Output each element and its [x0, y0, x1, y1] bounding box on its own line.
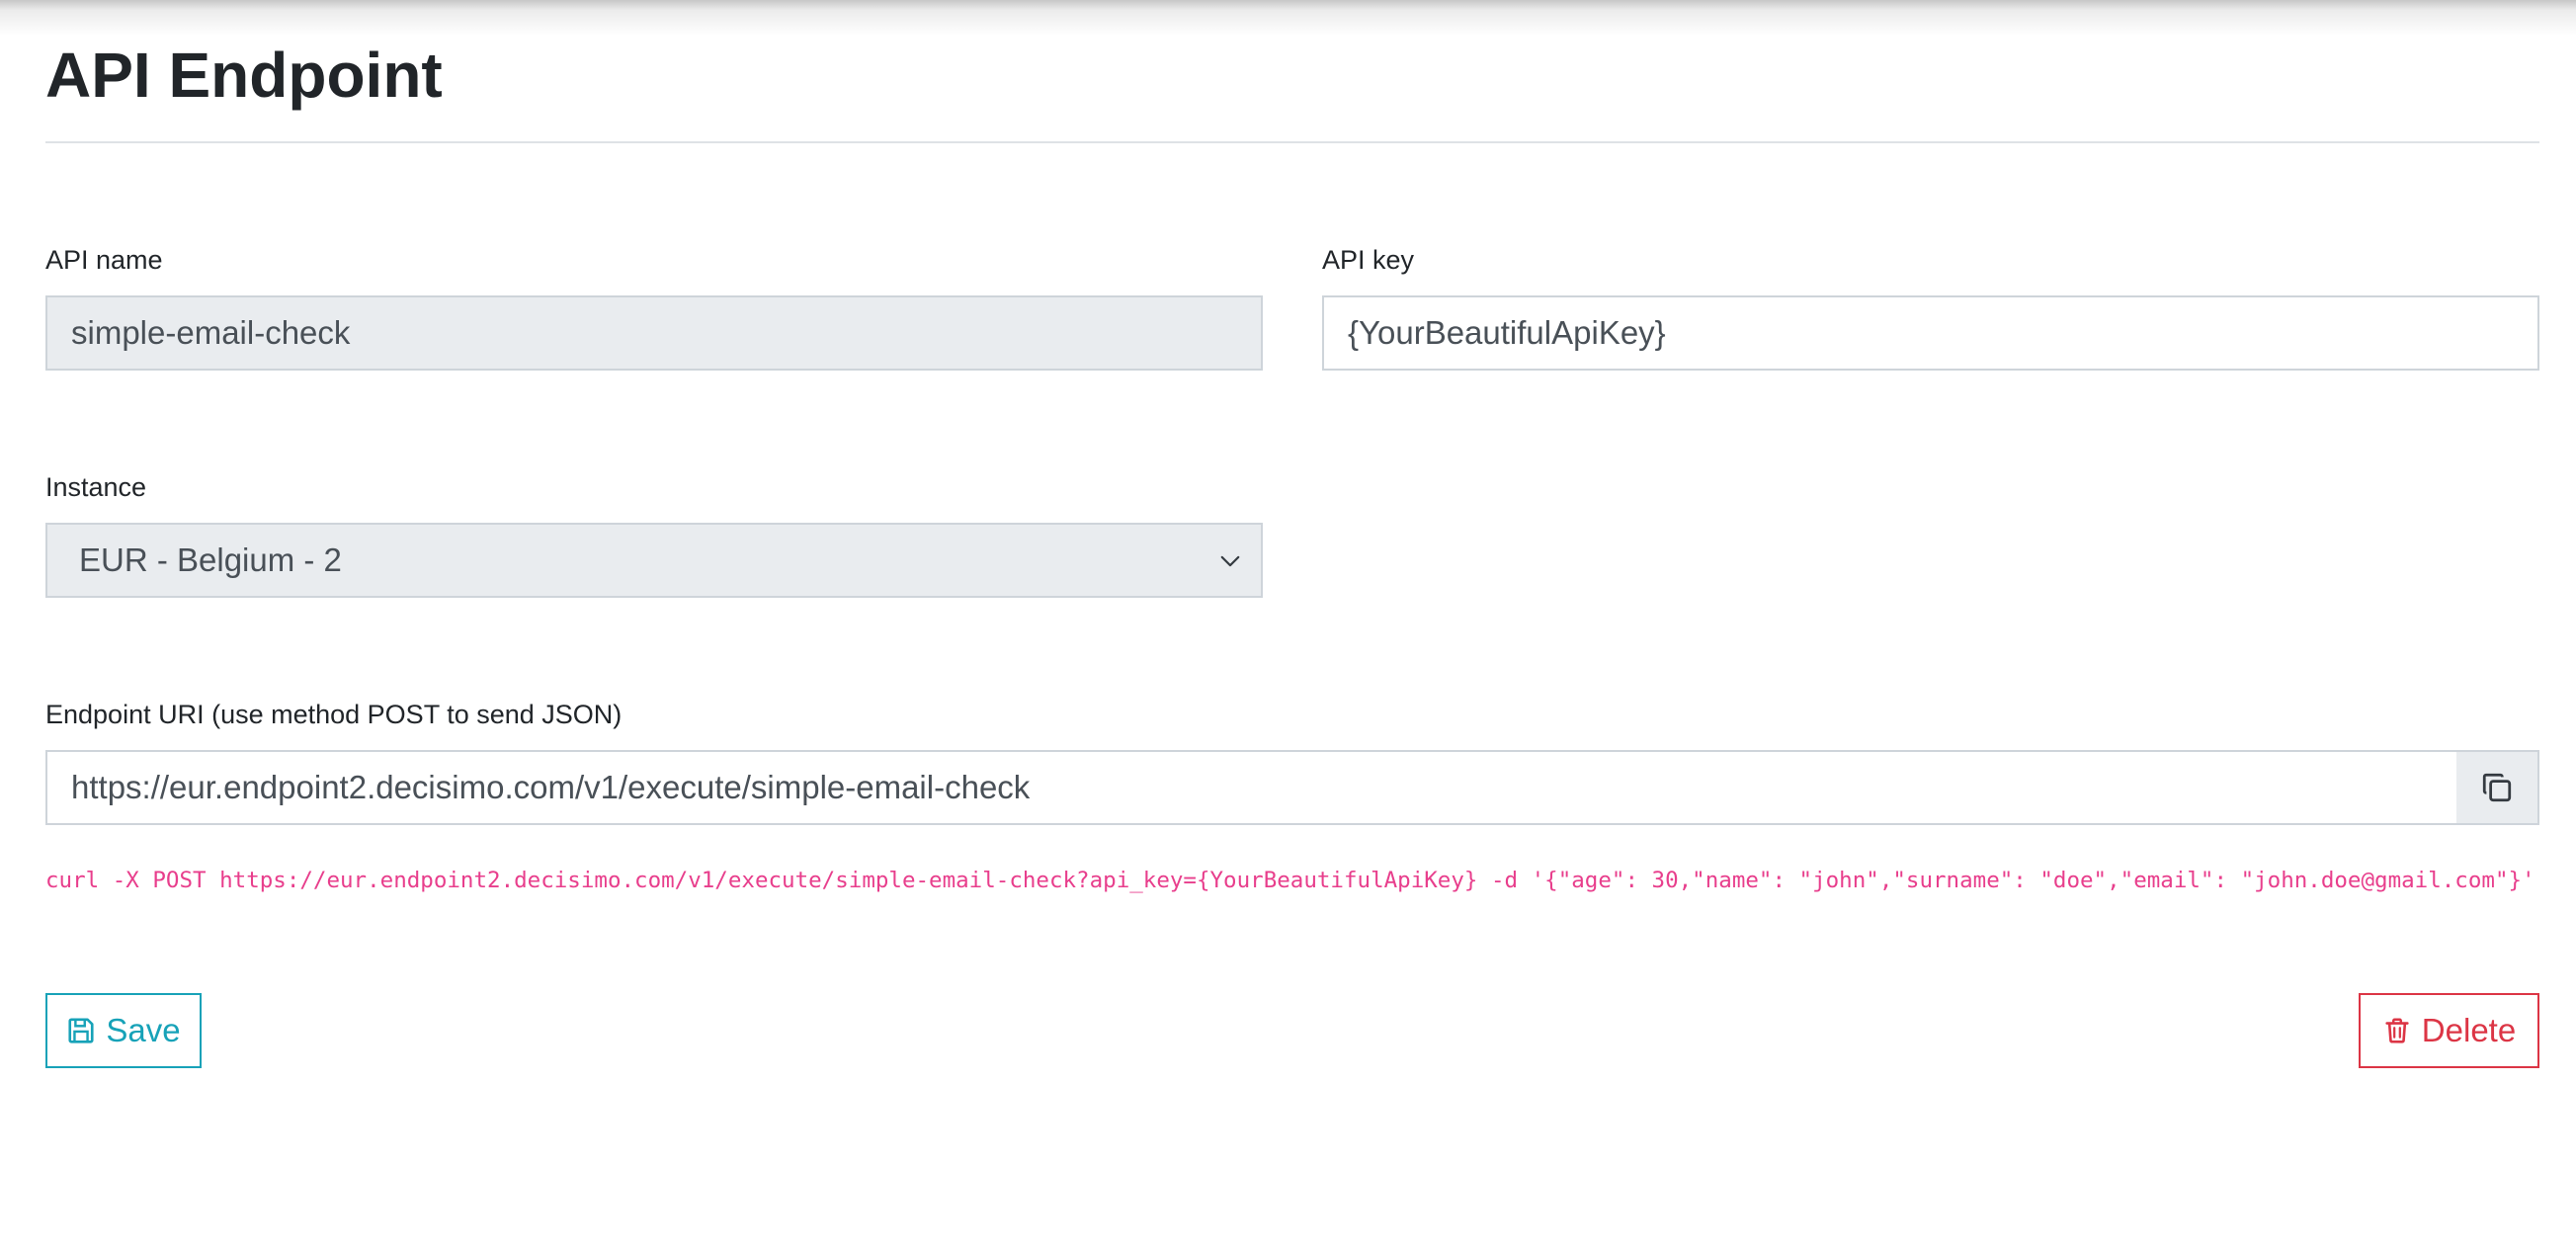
title-divider [45, 141, 2539, 143]
instance-label: Instance [45, 472, 147, 502]
delete-label: Delete [2421, 1012, 2517, 1048]
instance-selected-value: EUR - Belgium - 2 [79, 541, 342, 578]
api-name-input[interactable]: simple-email-check [45, 295, 1263, 371]
api-endpoint-page: API Endpoint API name simple-email-check… [45, 0, 2539, 1249]
page-title: API Endpoint [45, 40, 443, 111]
save-button[interactable]: Save [45, 993, 202, 1068]
copy-icon [2482, 773, 2512, 802]
endpoint-uri-input[interactable]: https://eur.endpoint2.decisimo.com/v1/ex… [45, 750, 2458, 825]
floppy-disk-icon [68, 1018, 94, 1043]
trash-icon [2385, 1018, 2409, 1043]
chevron-down-icon [1220, 555, 1240, 567]
instance-select[interactable]: EUR - Belgium - 2 [45, 523, 1263, 598]
curl-example: curl -X POST https://eur.endpoint2.decis… [45, 868, 2535, 893]
api-key-label: API key [1322, 245, 1415, 275]
api-key-input[interactable]: {YourBeautifulApiKey} [1322, 295, 2539, 371]
delete-button[interactable]: Delete [2359, 993, 2539, 1068]
copy-button[interactable] [2456, 750, 2539, 825]
save-label: Save [106, 1012, 181, 1048]
endpoint-label: Endpoint URI (use method POST to send JS… [45, 700, 623, 729]
api-name-label: API name [45, 245, 163, 275]
